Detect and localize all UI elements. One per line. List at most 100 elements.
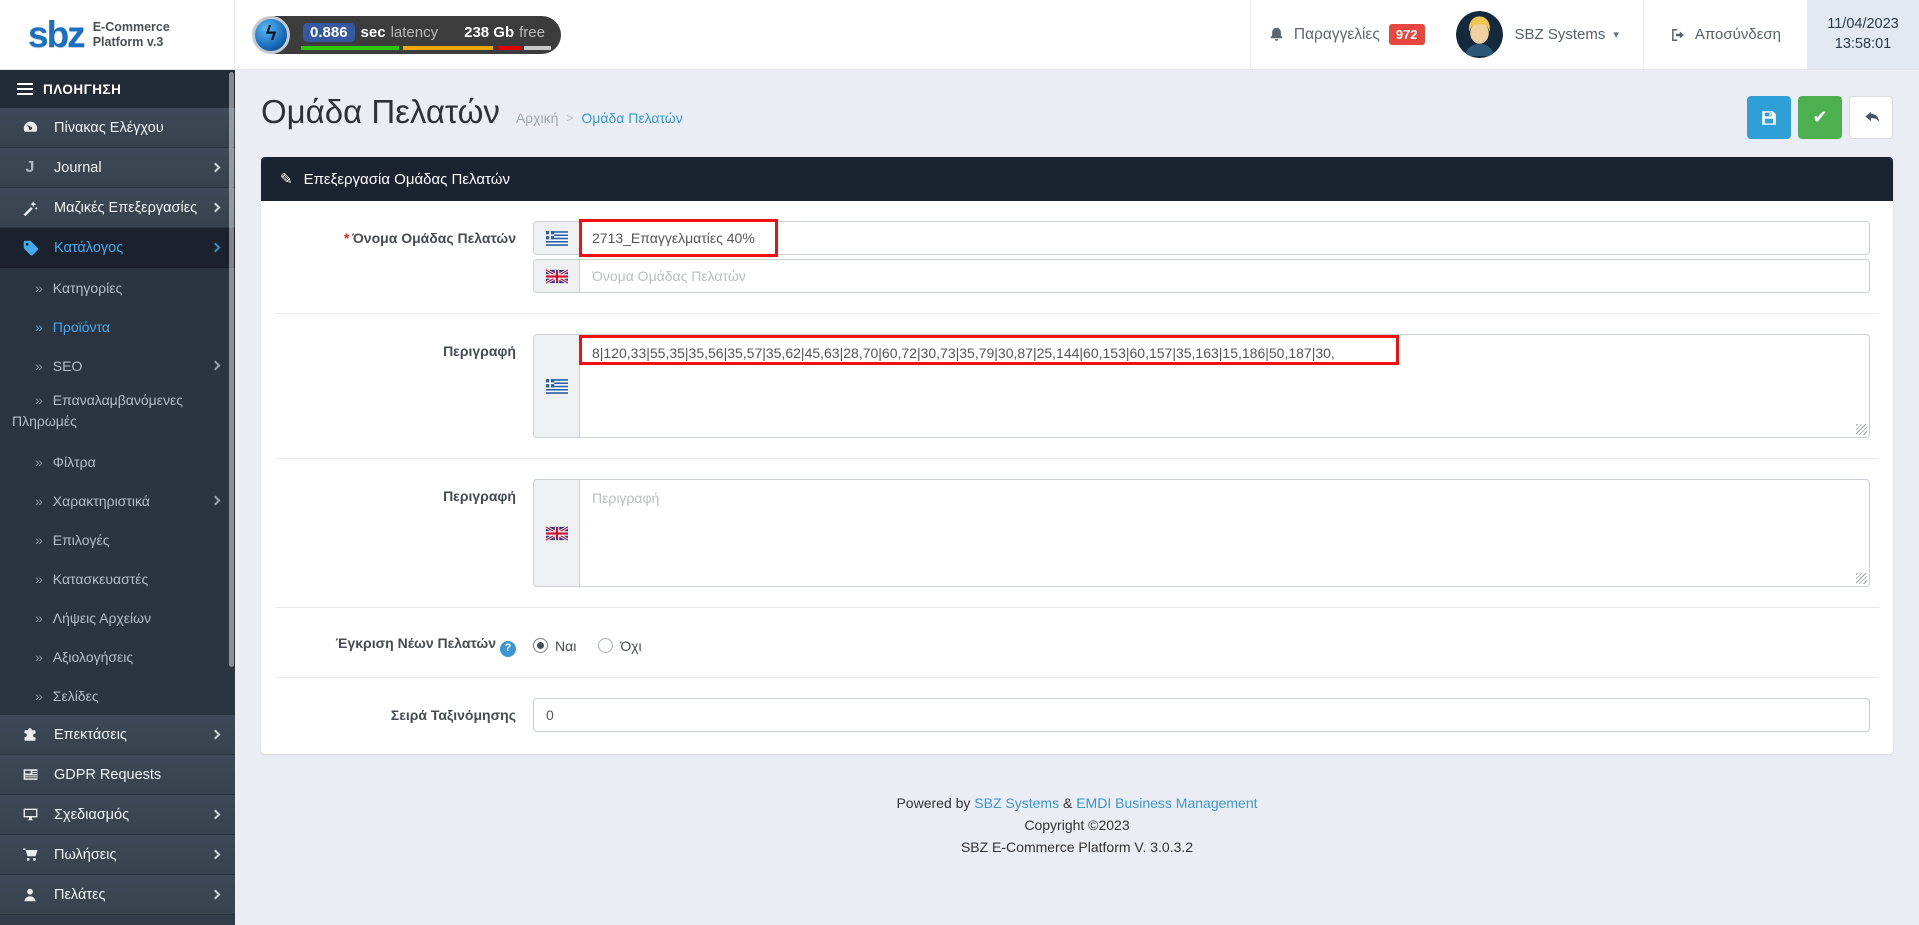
description-el-controls: 8|120,33|55,35|35,56|35,57|35,62|45,63|2… (533, 334, 1879, 438)
journal-icon: J (19, 159, 41, 177)
radio-yes[interactable] (533, 638, 548, 653)
avatar[interactable] (1456, 11, 1503, 58)
pencil-icon: ✎ (280, 170, 293, 188)
double-chevron-icon: » (35, 392, 43, 408)
save-button[interactable] (1747, 96, 1791, 139)
panel-title: Επεξεργασία Ομάδας Πελατών (304, 171, 510, 188)
greek-flag-icon (534, 335, 580, 437)
logo-text: sbz (28, 18, 84, 51)
sidebar-item-sales[interactable]: Πωλήσεις (0, 835, 235, 875)
page-header: Ομάδα Πελατών Αρχική > Ομάδα Πελατών ✔ (235, 70, 1919, 155)
apply-button[interactable]: ✔ (1798, 96, 1842, 139)
lightning-icon: ϟ (252, 16, 290, 54)
radio-no-label: Όχι (620, 638, 641, 654)
name-controls (533, 221, 1879, 293)
orders-count-badge: 972 (1389, 24, 1425, 45)
chevron-down-icon: ▾ (1613, 28, 1619, 41)
sidebar-item-catalog[interactable]: Κατάλογος (0, 228, 235, 268)
orders-notification[interactable]: Παραγγελίες 972 (1251, 0, 1442, 69)
approve-no-option[interactable]: Όχι (598, 638, 641, 654)
chevron-right-icon (211, 496, 221, 506)
sidebar-item-customers[interactable]: Πελάτες (0, 875, 235, 915)
cart-icon (19, 846, 41, 863)
undo-arrow-icon (1862, 108, 1881, 127)
sidebar-item-design[interactable]: Σχεδιασμός (0, 795, 235, 835)
description-el-textarea[interactable]: 8|120,33|55,35|35,56|35,57|35,62|45,63|2… (580, 335, 1869, 437)
resize-handle[interactable] (1856, 573, 1867, 584)
help-icon[interactable]: ? (500, 641, 516, 657)
sidebar-subitem-filters[interactable]: » Φίλτρα (0, 442, 235, 481)
account-label: SBZ Systems (1515, 26, 1606, 43)
sidebar-item-gdpr[interactable]: GDPR Requests (0, 755, 235, 795)
sidebar-subitem-categories[interactable]: » Κατηγορίες (0, 268, 235, 307)
sbz-systems-link[interactable]: SBZ Systems (974, 795, 1059, 811)
form-row-description-el: Περιγραφή 8|120,33|55,35|35,56|35,57|35,… (275, 313, 1879, 458)
approve-controls: Ναι Όχι (533, 628, 1879, 657)
avatar-image (1456, 11, 1503, 58)
sort-order-input[interactable] (533, 698, 1870, 732)
name-input-en[interactable] (580, 260, 1869, 292)
sidebar-subitem-manufacturers[interactable]: » Κατασκευαστές (0, 559, 235, 598)
sidebar-subitem-recurring-payments[interactable]: »Επαναλαμβανόμενες Πληρωμές (0, 385, 235, 442)
sidebar-item-extensions[interactable]: Επεκτάσεις (0, 715, 235, 755)
magic-wand-icon (19, 200, 41, 216)
sidebar-header-label: ΠΛΟΗΓΗΣΗ (43, 82, 121, 97)
sidebar-item-label: Αξιολογήσεις (53, 649, 133, 665)
page-title: Ομάδα Πελατών (261, 94, 500, 130)
sidebar-item-label: Journal (54, 160, 102, 176)
logo[interactable]: sbz E-Commerce Platform v.3 (0, 0, 235, 69)
resource-bar-orange (403, 46, 493, 50)
app-root: sbz E-Commerce Platform v.3 ϟ 0.886 sec … (0, 0, 1919, 925)
sidebar-subitem-pages[interactable]: » Σελίδες (0, 676, 235, 715)
breadcrumb-current[interactable]: Ομάδα Πελατών (581, 110, 682, 126)
sidebar-subitem-options[interactable]: » Επιλογές (0, 520, 235, 559)
sidebar-item-dashboard[interactable]: Πίνακας Ελέγχου (0, 108, 235, 148)
sidebar-subitem-products[interactable]: » Προϊόντα (0, 307, 235, 346)
sidebar-item-label: Πίνακας Ελέγχου (54, 120, 164, 136)
description-en-textarea[interactable] (580, 480, 1869, 586)
sidebar-subitem-reviews[interactable]: » Αξιολογήσεις (0, 637, 235, 676)
date: 11/04/2023 (1827, 15, 1899, 35)
uk-flag-icon (534, 480, 580, 586)
emdi-link[interactable]: EMDI Business Management (1076, 795, 1257, 811)
sidebar-subitem-attributes[interactable]: » Χαρακτηριστικά (0, 481, 235, 520)
gauge-icon (19, 119, 41, 136)
description-el-label: Περιγραφή (275, 334, 533, 438)
chevron-right-icon (211, 810, 221, 820)
radio-no[interactable] (598, 638, 613, 653)
account-menu[interactable]: SBZ Systems ▾ (1515, 0, 1643, 69)
double-chevron-icon: » (35, 454, 43, 470)
sidebar-item-label: Λήψεις Αρχείων (53, 610, 151, 626)
footer-powered-line: Powered by SBZ Systems & EMDI Business M… (235, 792, 1919, 814)
logout-label: Αποσύνδεση (1695, 26, 1781, 43)
sidebar-item-label: Μαζικές Επεξεργασίες (54, 200, 197, 216)
sidebar-item-label: GDPR Requests (54, 767, 161, 783)
resize-handle[interactable] (1856, 424, 1867, 435)
breadcrumb: Αρχική > Ομάδα Πελατών (516, 94, 683, 126)
name-input-el[interactable] (580, 222, 1869, 254)
double-chevron-icon: » (35, 280, 43, 296)
sidebar-item-label: Χαρακτηριστικά (53, 493, 150, 509)
sidebar-item-journal[interactable]: J Journal (0, 148, 235, 188)
sidebar-item-label: Σελίδες (53, 688, 99, 704)
breadcrumb-home[interactable]: Αρχική (516, 110, 559, 126)
required-mark: * (344, 230, 349, 246)
back-button[interactable] (1849, 96, 1893, 139)
hamburger-icon[interactable] (17, 83, 33, 95)
monitor-icon (19, 806, 41, 823)
form-row-sort-order: Σειρά Ταξινόμησης (275, 677, 1879, 752)
chevron-right-icon (211, 361, 221, 371)
logout-button[interactable]: Αποσύνδεση (1644, 0, 1807, 69)
logo-subtitle-line1: E-Commerce (93, 20, 170, 34)
chevron-right-icon (211, 890, 221, 900)
sidebar-item-label: Κατασκευαστές (53, 571, 148, 587)
approve-label-text: Έγκριση Νέων Πελατών (336, 635, 496, 651)
sidebar-subitem-downloads[interactable]: » Λήψεις Αρχείων (0, 598, 235, 637)
approve-yes-option[interactable]: Ναι (533, 638, 576, 654)
sidebar-item-label: Σχεδιασμός (54, 807, 129, 823)
sidebar-scrollbar[interactable] (229, 72, 234, 667)
sidebar-subitem-seo[interactable]: » SEO (0, 346, 235, 385)
sidebar-item-label: Επεκτάσεις (54, 727, 127, 743)
puzzle-icon (19, 727, 41, 743)
sidebar-item-bulk-edits[interactable]: Μαζικές Επεξεργασίες (0, 188, 235, 228)
